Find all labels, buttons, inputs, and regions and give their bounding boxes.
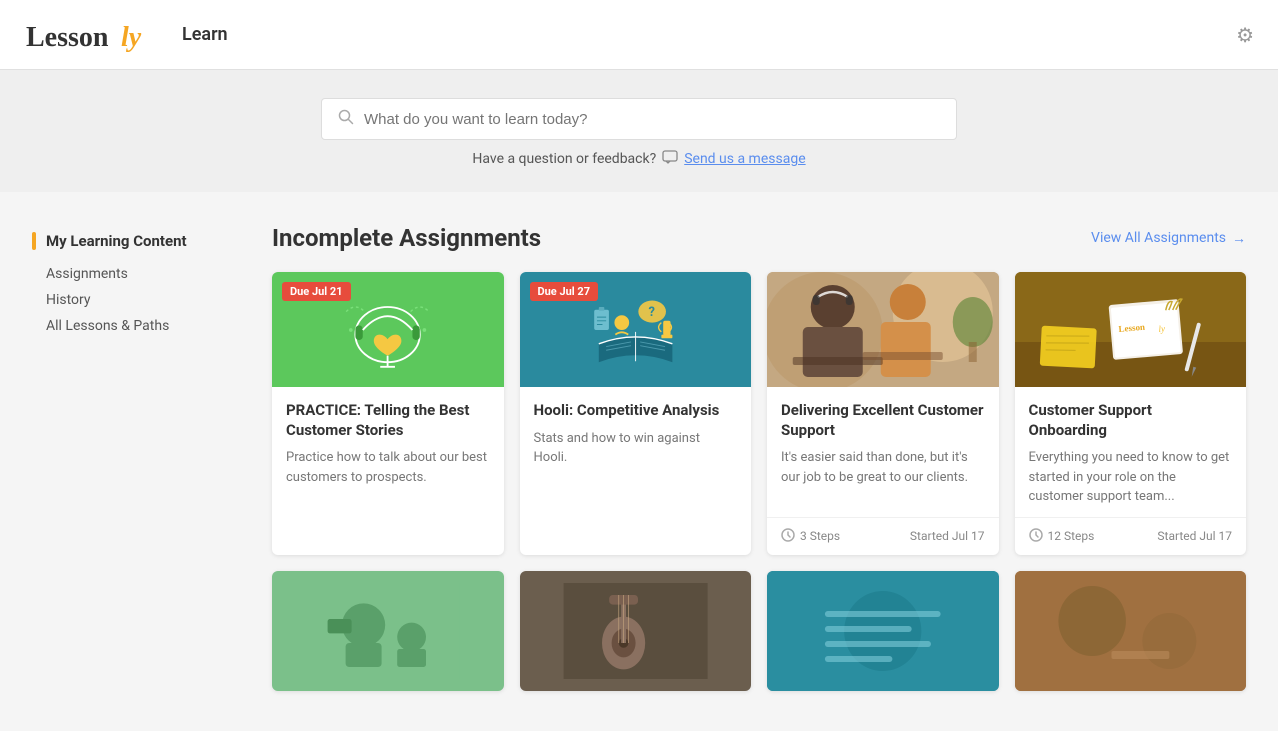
bottom-card-4[interactable] [1015,571,1247,691]
card-body-1: PRACTICE: Telling the Best Customer Stor… [272,387,504,555]
card-image-wrapper-1: Due Jul 21 [272,272,504,387]
sidebar-link-history[interactable]: History [46,290,272,310]
card-desc-1: Practice how to talk about our best cust… [286,448,490,545]
sidebar-link-assignments[interactable]: Assignments [46,264,272,284]
card-footer-3: 3 Steps Started Jul 17 [767,517,999,555]
steps-info-4: 12 Steps [1029,528,1095,545]
svg-text:ly: ly [121,22,142,53]
section-title: Incomplete Assignments [272,224,541,252]
card-body-4: Customer Support Onboarding Everything y… [1015,387,1247,517]
steps-icon-4 [1029,528,1043,545]
card-title-2: Hooli: Competitive Analysis [534,401,738,421]
view-all-label: View All Assignments [1091,230,1226,246]
svg-text:?: ? [648,305,654,320]
card-desc-4: Everything you need to know to get start… [1029,448,1233,507]
steps-info-3: 3 Steps [781,528,840,545]
feedback-row: Have a question or feedback? Send us a m… [472,150,805,168]
svg-text:Lesson: Lesson [26,22,109,53]
card-body-2: Hooli: Competitive Analysis Stats and ho… [520,387,752,555]
content-header: Incomplete Assignments View All Assignme… [272,224,1246,252]
card-title-3: Delivering Excellent Customer Support [781,401,985,440]
card-image-photo2: Lesson ly [1015,272,1247,387]
gear-button[interactable]: ⚙ [1236,23,1254,47]
search-bar [321,98,957,140]
card-title-4: Customer Support Onboarding [1029,401,1233,440]
due-badge-2: Due Jul 27 [530,282,599,301]
sidebar-item-history[interactable]: History [46,290,272,310]
card-image-wrapper-4: Lesson ly [1015,272,1247,387]
sidebar-heading: My Learning Content [32,232,272,250]
sidebar-nav: Assignments History All Lessons & Paths [32,264,272,336]
search-section: Have a question or feedback? Send us a m… [0,70,1278,192]
send-message-link[interactable]: Send us a message [684,151,805,167]
card-image-photo1 [767,272,999,387]
bottom-card-1[interactable] [272,571,504,691]
steps-count-3: 3 Steps [800,529,840,543]
started-date-3: Started Jul 17 [910,529,985,543]
content: Incomplete Assignments View All Assignme… [272,224,1246,691]
steps-icon-3 [781,528,795,545]
view-all-arrow: → [1232,230,1246,247]
feedback-text: Have a question or feedback? [472,151,656,167]
card-desc-2: Stats and how to win against Hooli. [534,429,738,545]
due-badge-1: Due Jul 21 [282,282,351,301]
card-image-wrapper-2: ? [520,272,752,387]
bottom-card-3[interactable] [767,571,999,691]
main-nav: Learn [182,24,228,45]
svg-text:ly: ly [1158,323,1165,334]
card-image-wrapper-3 [767,272,999,387]
message-icon [662,150,678,168]
header-left: Lesson ly Learn [24,14,228,56]
bottom-card-2[interactable] [520,571,752,691]
search-input[interactable] [364,111,940,128]
card-hooli[interactable]: ? [520,272,752,555]
bottom-cards-grid [272,571,1246,691]
card-practice-stories[interactable]: Due Jul 21 PRACTICE: Telling the Best Cu… [272,272,504,555]
logo[interactable]: Lesson ly [24,14,154,56]
sidebar-link-all-lessons[interactable]: All Lessons & Paths [46,316,272,336]
main-container: My Learning Content Assignments History … [0,192,1278,723]
sidebar-item-assignments[interactable]: Assignments [46,264,272,284]
card-title-1: PRACTICE: Telling the Best Customer Stor… [286,401,490,440]
search-icon [338,109,354,129]
card-onboarding[interactable]: Lesson ly [1015,272,1247,555]
sidebar-item-all-lessons[interactable]: All Lessons & Paths [46,316,272,336]
card-footer-4: 12 Steps Started Jul 17 [1015,517,1247,555]
view-all-assignments-link[interactable]: View All Assignments → [1091,230,1246,247]
logo-svg: Lesson ly [24,14,154,56]
started-date-4: Started Jul 17 [1157,529,1232,543]
card-customer-support[interactable]: Delivering Excellent Customer Support It… [767,272,999,555]
card-desc-3: It's easier said than done, but it's our… [781,448,985,507]
card-body-3: Delivering Excellent Customer Support It… [767,387,999,517]
nav-learn[interactable]: Learn [182,24,228,45]
header: Lesson ly Learn ⚙ [0,0,1278,70]
cards-grid: Due Jul 21 PRACTICE: Telling the Best Cu… [272,272,1246,555]
sidebar: My Learning Content Assignments History … [32,224,272,691]
steps-count-4: 12 Steps [1048,529,1095,543]
